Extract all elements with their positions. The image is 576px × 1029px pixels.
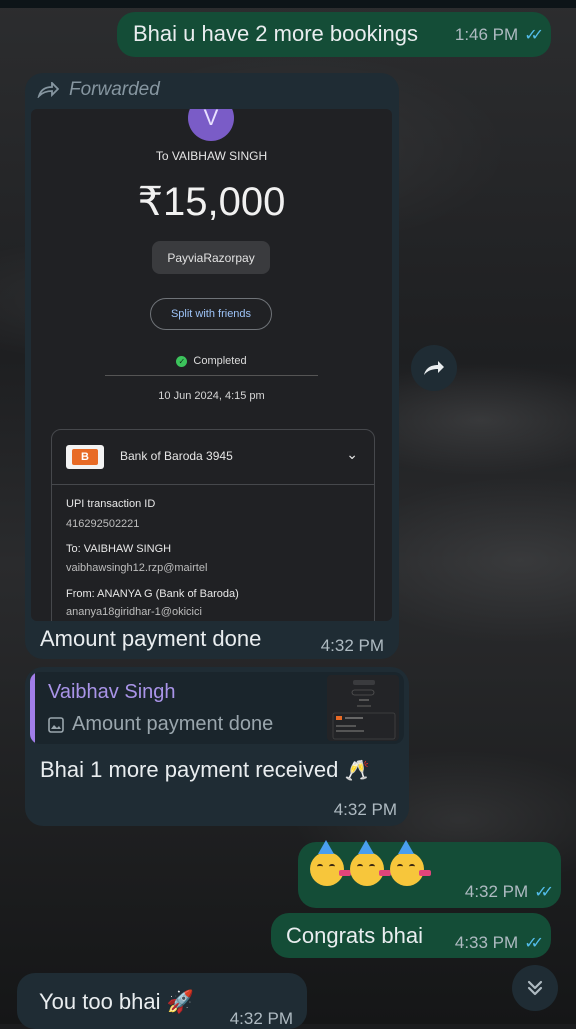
message-time: 4:32 PM <box>320 636 384 655</box>
incoming-message[interactable]: You too bhai 🚀 4:32 PM <box>17 973 307 1029</box>
double-check-icon: ✓✓ <box>524 27 544 44</box>
from-vpa: ananya18giridhar-1@okicici <box>66 606 202 618</box>
message-text: Congrats bhai <box>286 923 423 948</box>
bank-name: Bank of Baroda 3945 <box>120 449 233 463</box>
avatar: V <box>188 109 234 141</box>
rocket-emoji: 🚀 <box>166 989 195 1014</box>
payee-name: To VAIBHAW SINGH <box>155 149 268 163</box>
bank-logo-icon: B <box>66 445 104 469</box>
message-meta: 4:32 PM ✓✓ <box>464 882 554 902</box>
reply-message[interactable]: Vaibhav Singh Amount payment done Bhai 1… <box>25 667 409 826</box>
message-meta: 4:32 PM <box>321 636 384 656</box>
to-label: To: VAIBHAW SINGH <box>66 543 172 555</box>
to-vpa: vaibhawsingh12.rzp@mairtel <box>66 562 208 574</box>
forward-icon <box>424 361 444 375</box>
message-time: 4:32 PM <box>464 882 529 901</box>
emoji-row <box>310 840 431 886</box>
forwarded-label: Forwarded <box>37 79 160 101</box>
message-text: Bhai 1 more payment received 🥂 <box>40 757 370 782</box>
message-caption: Amount payment done <box>40 626 262 651</box>
message-time: 4:33 PM <box>454 933 519 952</box>
message-text: Bhai u have 2 more bookings <box>133 21 418 46</box>
quote-preview: Amount payment done <box>48 713 273 736</box>
clinking-glasses-emoji: 🥂 <box>344 760 370 782</box>
partying-face-emoji <box>310 840 351 886</box>
payment-amount: ₹15,000 <box>137 180 286 224</box>
from-label: From: ANANYA G (Bank of Baroda) <box>66 588 239 600</box>
quote-accent-bar <box>30 672 35 744</box>
message-time: 4:32 PM <box>229 1009 293 1028</box>
bank-row: B Bank of Baroda 3945 ⌄ <box>52 430 374 485</box>
outgoing-message[interactable]: Bhai u have 2 more bookings 1:46 PM ✓✓ <box>117 12 551 57</box>
check-circle-icon: ✓ <box>176 355 188 367</box>
partying-face-emoji <box>350 840 391 886</box>
partying-face-emoji <box>390 840 431 886</box>
quote-thumbnail <box>327 675 399 741</box>
scroll-to-bottom-button[interactable] <box>512 965 558 1011</box>
message-text: You too bhai 🚀 <box>39 989 195 1014</box>
message-meta: 4:32 PM <box>230 1009 293 1029</box>
double-check-icon: ✓✓ <box>524 935 544 952</box>
quoted-message[interactable]: Vaibhav Singh Amount payment done <box>30 672 404 744</box>
divider <box>105 375 318 376</box>
chevron-down-icon: ⌄ <box>346 446 358 462</box>
message-time: 4:32 PM <box>333 800 397 819</box>
forward-icon <box>37 82 59 98</box>
scroll-down-icon <box>527 980 543 996</box>
upi-id: 416292502221 <box>66 518 140 530</box>
bank-details-card: B Bank of Baroda 3945 ⌄ UPI transaction … <box>51 429 375 621</box>
message-meta: 4:32 PM <box>334 800 397 820</box>
message-time: 1:46 PM <box>454 25 519 44</box>
image-icon <box>48 716 64 733</box>
payment-status: ✓ Completed <box>31 355 392 367</box>
double-check-icon: ✓✓ <box>534 884 554 901</box>
message-meta: 1:46 PM ✓✓ <box>454 25 544 45</box>
forwarded-image-message[interactable]: Forwarded V To VAIBHAW SINGH ₹15,000 Pay… <box>25 73 399 659</box>
message-meta: 4:33 PM ✓✓ <box>454 933 544 953</box>
outgoing-message[interactable]: Congrats bhai 4:33 PM ✓✓ <box>271 913 551 958</box>
upi-label: UPI transaction ID <box>66 498 156 510</box>
header-edge <box>0 0 576 8</box>
outgoing-emoji-message[interactable]: 4:32 PM ✓✓ <box>298 840 561 908</box>
forward-button[interactable] <box>411 345 457 391</box>
pay-via-chip: PayviaRazorpay <box>152 241 270 274</box>
payment-datetime: 10 Jun 2024, 4:15 pm <box>158 390 265 402</box>
split-with-friends-button: Split with friends <box>150 298 272 330</box>
quote-author: Vaibhav Singh <box>48 681 176 703</box>
payment-screenshot[interactable]: V To VAIBHAW SINGH ₹15,000 PayviaRazorpa… <box>31 109 392 621</box>
